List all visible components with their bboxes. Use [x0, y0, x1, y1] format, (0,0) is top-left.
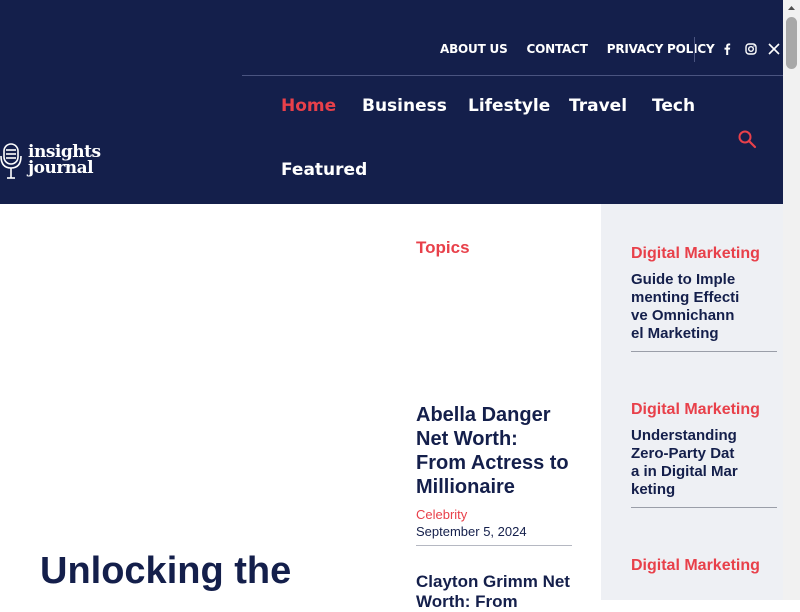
article-card[interactable]: Clayton Grimm Net Worth: From: [416, 572, 572, 612]
sidebar-article[interactable]: Digital Marketing: [631, 558, 777, 574]
sidebar: Digital Marketing Guide to Implementing …: [601, 204, 783, 600]
site-header: ABOUT US CONTACT PRIVACY POLICY Home Bus…: [0, 0, 783, 204]
sidebar-article-category[interactable]: Digital Marketing: [631, 402, 777, 418]
x-icon[interactable]: [767, 42, 781, 56]
article-divider: [416, 545, 572, 546]
nav-home[interactable]: Home: [281, 96, 336, 116]
page-scrollbar[interactable]: [783, 0, 800, 600]
logo-text-journal: journal: [28, 158, 94, 178]
nav-featured[interactable]: Featured: [281, 160, 367, 180]
sidebar-article-title[interactable]: Understanding Zero-Party Data in Digital…: [631, 427, 741, 499]
sidebar-divider: [631, 351, 777, 352]
article-date: September 5, 2024: [416, 524, 527, 539]
sidebar-article-category[interactable]: Digital Marketing: [631, 246, 777, 262]
sidebar-divider: [631, 507, 777, 508]
hero-title[interactable]: Unlocking the: [40, 548, 370, 594]
article-title[interactable]: Clayton Grimm Net Worth: From: [416, 572, 572, 612]
scrollbar-thumb[interactable]: [786, 17, 797, 69]
nav-lifestyle[interactable]: Lifestyle: [468, 96, 550, 116]
nav-business[interactable]: Business: [362, 96, 447, 116]
privacy-policy-link[interactable]: PRIVACY POLICY: [607, 42, 715, 56]
site-logo[interactable]: insights journal: [0, 140, 101, 184]
article-title[interactable]: Abella Danger Net Worth: From Actress to…: [416, 403, 572, 499]
nav-tech[interactable]: Tech: [652, 96, 695, 116]
search-icon[interactable]: [737, 129, 757, 149]
facebook-icon[interactable]: [720, 42, 734, 56]
top-links: ABOUT US CONTACT PRIVACY POLICY: [440, 42, 733, 56]
contact-link[interactable]: CONTACT: [527, 42, 588, 56]
article-category[interactable]: Celebrity: [416, 507, 572, 522]
sidebar-article-title[interactable]: Guide to Implementing Effective Omnichan…: [631, 271, 741, 343]
scroll-up-arrow-icon[interactable]: [783, 0, 800, 14]
sidebar-article[interactable]: Digital Marketing Guide to Implementing …: [631, 246, 777, 352]
header-divider: [242, 75, 783, 76]
topics-heading: Topics: [416, 238, 470, 257]
nav-travel[interactable]: Travel: [569, 96, 627, 116]
instagram-icon[interactable]: [744, 42, 758, 56]
article-card[interactable]: Abella Danger Net Worth: From Actress to…: [416, 403, 572, 546]
top-divider: [694, 37, 695, 62]
sidebar-article[interactable]: Digital Marketing Understanding Zero-Par…: [631, 402, 777, 508]
about-us-link[interactable]: ABOUT US: [440, 42, 508, 56]
sidebar-article-category[interactable]: Digital Marketing: [631, 558, 777, 574]
